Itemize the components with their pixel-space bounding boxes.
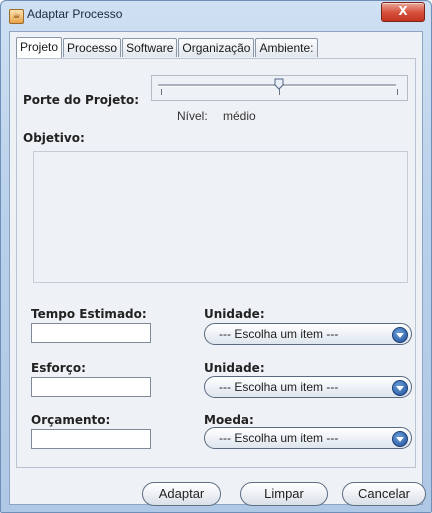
chevron-down-icon[interactable]: [392, 380, 408, 396]
esforco-unidade-value: --- Escolha um item ---: [219, 380, 339, 394]
adaptar-button[interactable]: Adaptar: [142, 482, 221, 506]
window-title: Adaptar Processo: [27, 7, 123, 21]
moeda-select[interactable]: --- Escolha um item ---: [204, 427, 412, 449]
esforco-unidade-select[interactable]: --- Escolha um item ---: [204, 376, 412, 398]
chevron-down-icon[interactable]: [392, 327, 408, 343]
close-button[interactable]: X: [381, 2, 425, 22]
tab-organizacao[interactable]: Organização: [178, 38, 255, 57]
esforco-unidade-label: Unidade:: [204, 361, 265, 375]
tempo-estimado-input[interactable]: [31, 323, 151, 343]
slider-thumb[interactable]: [274, 78, 284, 90]
slider-tick: [397, 89, 398, 95]
tab-software[interactable]: Software: [122, 38, 178, 57]
objetivo-label: Objetivo:: [23, 131, 85, 145]
limpar-button[interactable]: Limpar: [240, 482, 328, 506]
moeda-value: --- Escolha um item ---: [219, 431, 339, 445]
adaptar-processo-window: ☕ Adaptar Processo X Projeto Processo So…: [0, 0, 432, 513]
tempo-unidade-label: Unidade:: [204, 307, 265, 321]
chevron-down-icon[interactable]: [392, 431, 408, 447]
tempo-unidade-value: --- Escolha um item ---: [219, 327, 339, 341]
orcamento-input[interactable]: [31, 429, 151, 449]
orcamento-label: Orçamento:: [31, 413, 111, 427]
esforco-input[interactable]: [31, 377, 151, 397]
java-app-icon: ☕: [9, 9, 24, 24]
tab-projeto[interactable]: Projeto: [16, 37, 63, 58]
esforco-label: Esforço:: [31, 361, 86, 375]
objetivo-textarea[interactable]: [33, 151, 408, 283]
title-bar[interactable]: ☕ Adaptar Processo X: [1, 1, 431, 29]
tab-bar: Projeto Processo Software Organização Am…: [16, 37, 319, 58]
moeda-label: Moeda:: [204, 413, 254, 427]
tab-processo[interactable]: Processo: [63, 38, 122, 57]
slider-tick: [161, 89, 162, 95]
tempo-unidade-select[interactable]: --- Escolha um item ---: [204, 323, 412, 345]
tab-ambiente[interactable]: Ambiente:: [255, 38, 318, 57]
porte-slider[interactable]: [151, 75, 408, 101]
nivel-label: Nível:: [177, 109, 208, 123]
nivel-value: médio: [223, 109, 256, 123]
cancelar-button[interactable]: Cancelar: [342, 482, 426, 506]
tempo-estimado-label: Tempo Estimado:: [31, 307, 147, 321]
porte-label: Porte do Projeto:: [23, 93, 140, 107]
